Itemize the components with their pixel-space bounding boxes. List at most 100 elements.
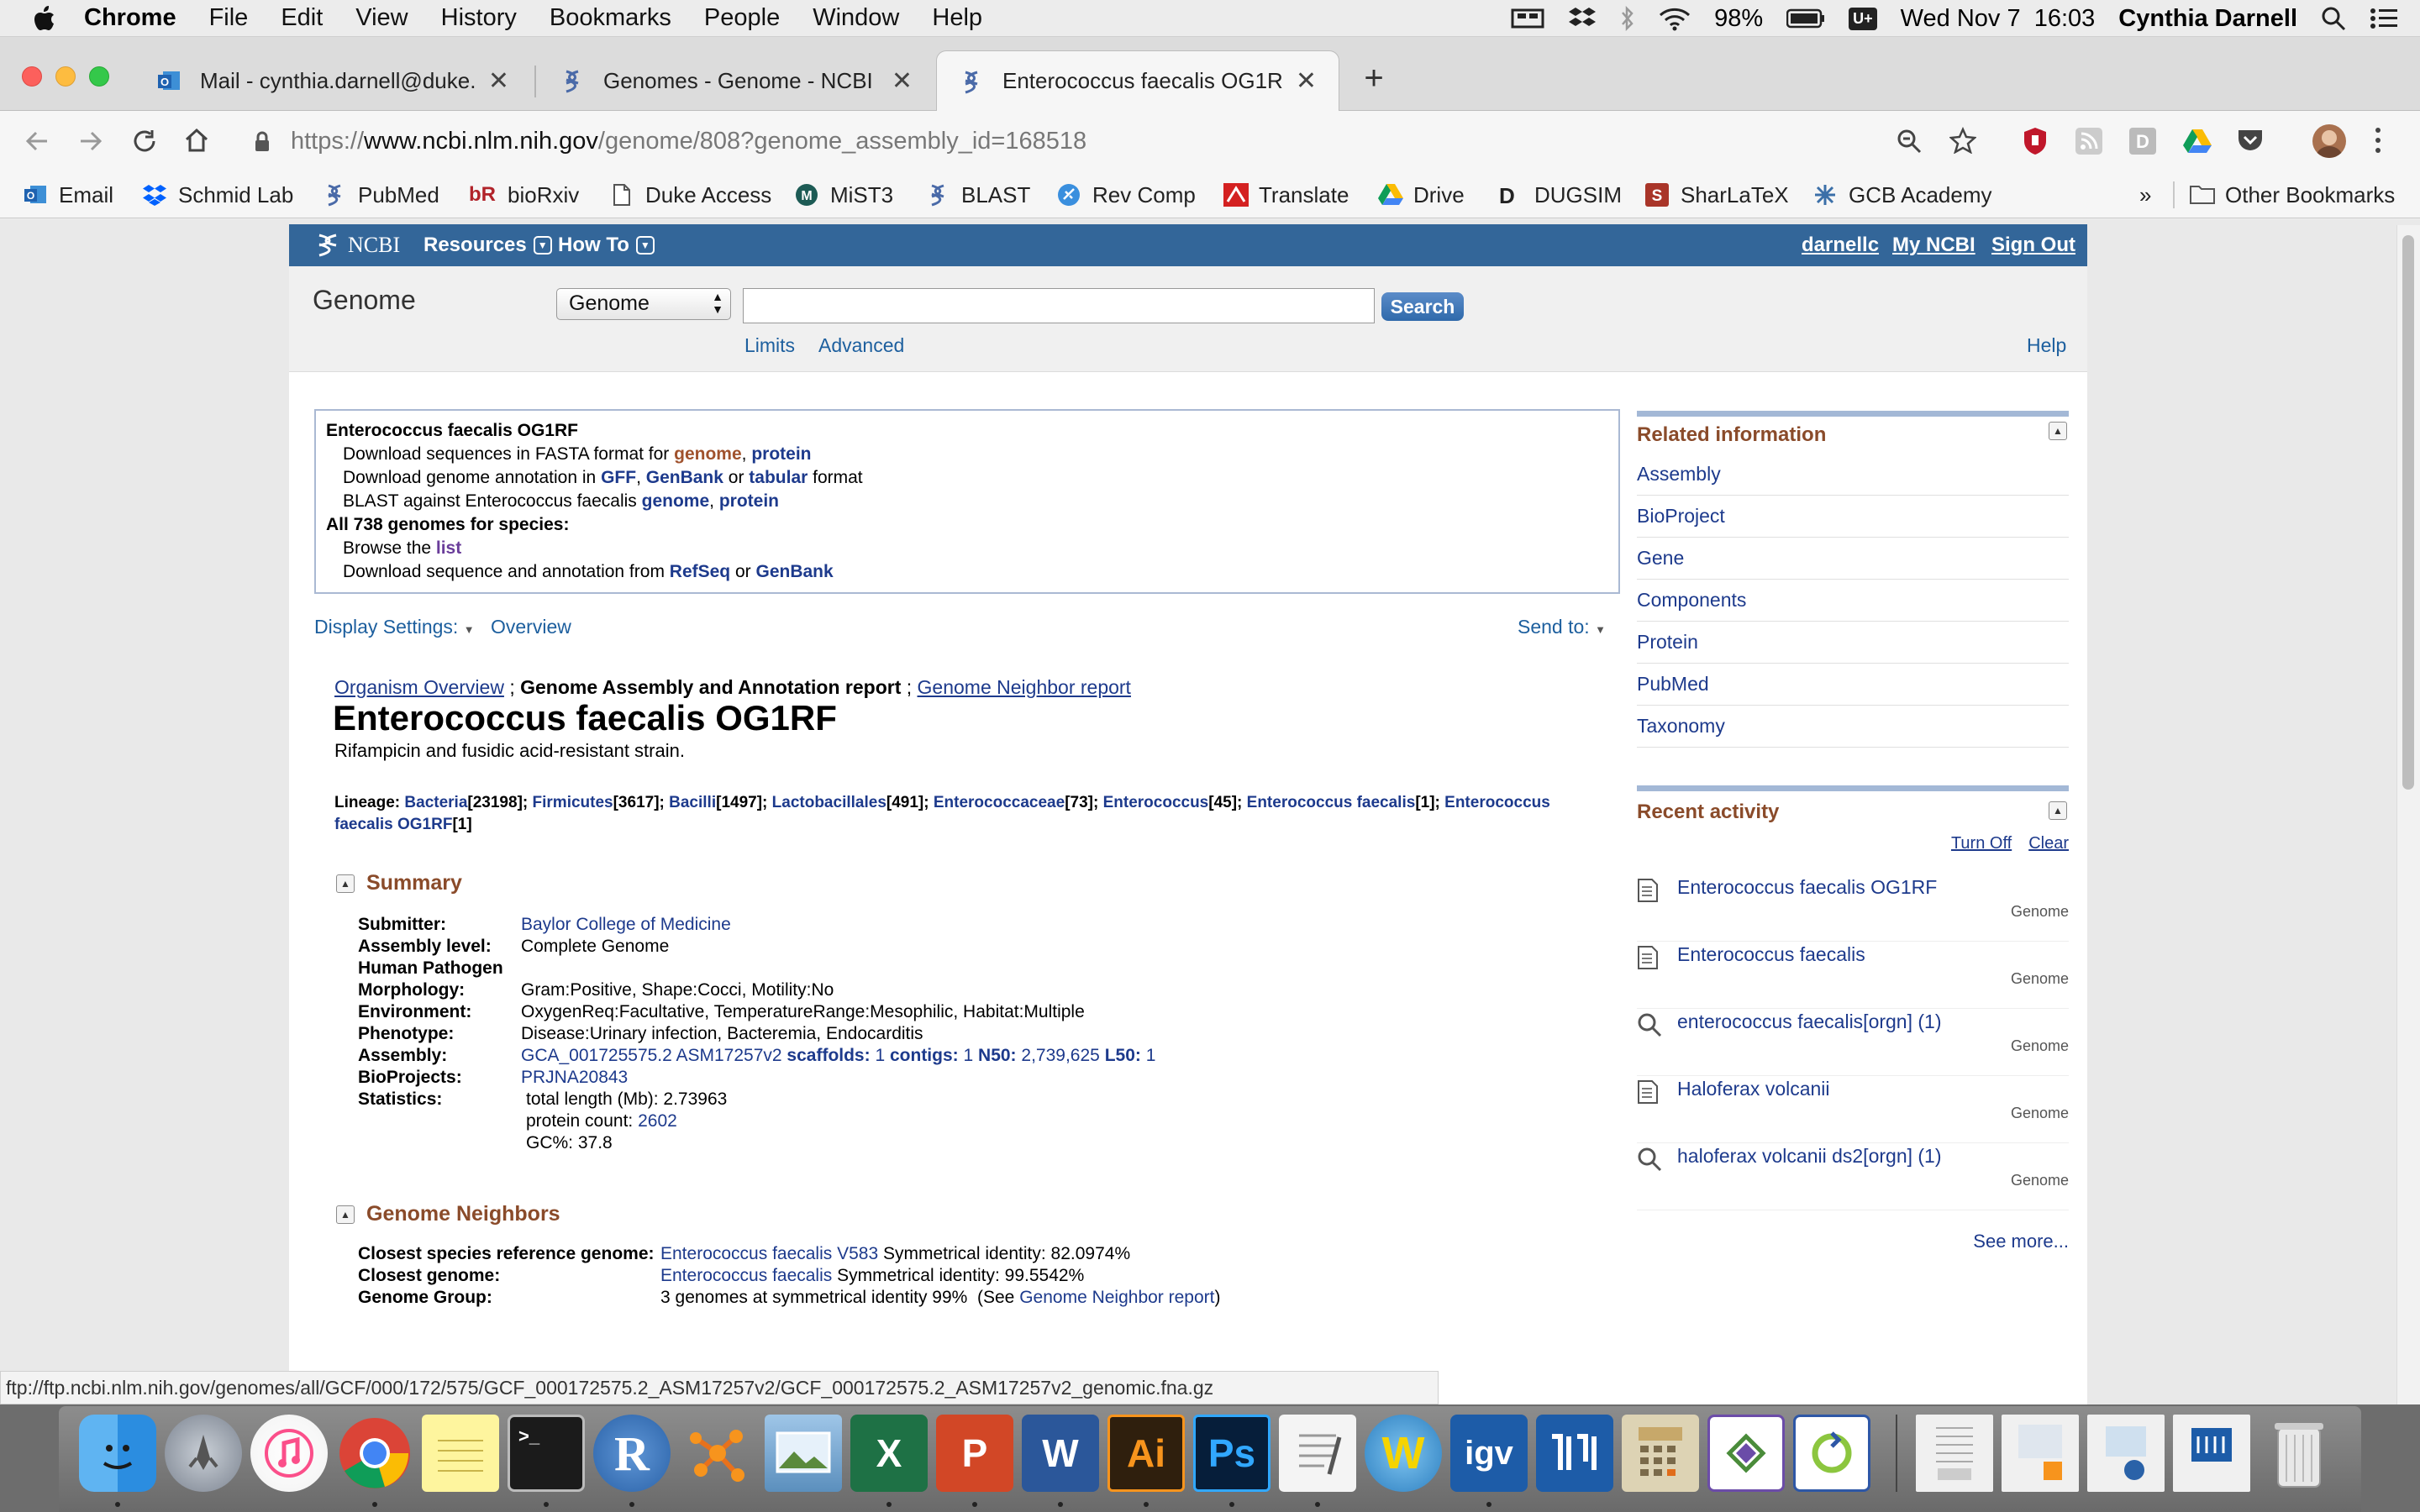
browse-list-link[interactable]: list xyxy=(436,538,461,558)
menu-history[interactable]: History xyxy=(441,4,517,32)
refseq-link[interactable]: RefSeq xyxy=(670,562,730,581)
bookmark-star-icon[interactable] xyxy=(1949,127,1976,154)
blast-protein-link[interactable]: protein xyxy=(719,491,779,511)
notes-icon[interactable] xyxy=(422,1415,499,1492)
related-components-link[interactable]: Components xyxy=(1637,580,2069,622)
address-bar[interactable]: https://www.ncbi.nlm.nih.gov/genome/808?… xyxy=(291,111,1086,171)
recent-item[interactable]: Haloferax volcanii Genome xyxy=(1637,1076,2069,1143)
blast-genome-link[interactable]: genome xyxy=(642,491,710,511)
submitter-link[interactable]: Baylor College of Medicine xyxy=(521,915,731,935)
my-ncbi-link[interactable]: My NCBI xyxy=(1892,224,1975,266)
closest-genome-link[interactable]: Enterococcus faecalis xyxy=(660,1266,832,1285)
reload-icon[interactable] xyxy=(131,128,158,155)
send-to-menu[interactable]: Send to: ▼ xyxy=(1518,616,1606,638)
lineage-enterococcaceae-link[interactable]: Enterococcaceae xyxy=(934,794,1065,811)
genome-neighbor-report-link[interactable]: Genome Neighbor report xyxy=(918,676,1131,698)
input-source-icon[interactable]: U+ xyxy=(1849,7,1877,30)
bluetooth-icon[interactable] xyxy=(1620,6,1635,31)
wunderlist-icon[interactable]: W xyxy=(1365,1415,1442,1492)
bookmark-gcb-academy[interactable]: GCB Academy xyxy=(1813,171,1992,218)
menu-file[interactable]: File xyxy=(209,4,249,32)
powerpoint-icon[interactable]: P xyxy=(936,1415,1013,1492)
sign-out-link[interactable]: Sign Out xyxy=(1991,224,2075,266)
menu-help[interactable]: Help xyxy=(932,4,982,32)
bookmark-mist3[interactable]: M MiST3 xyxy=(795,171,893,218)
recent-item[interactable]: Enterococcus faecalis OG1RF Genome xyxy=(1637,874,2069,942)
app-menu-chrome[interactable]: Chrome xyxy=(84,4,176,32)
sync-app-icon[interactable] xyxy=(1793,1415,1870,1492)
bookmark-schmid-lab[interactable]: Schmid Lab xyxy=(143,171,293,218)
genbank-annotation-link[interactable]: GenBank xyxy=(646,468,723,487)
contigs-link[interactable]: 1 xyxy=(964,1046,974,1065)
collapse-icon[interactable]: ▲ xyxy=(2049,422,2067,440)
turn-off-link[interactable]: Turn Off xyxy=(1951,834,2012,853)
protein-fasta-link[interactable]: protein xyxy=(751,444,811,464)
ublock-extension-icon[interactable] xyxy=(2022,126,2049,156)
spotlight-search-icon[interactable] xyxy=(2321,6,2346,31)
fiji-icon[interactable] xyxy=(1536,1415,1613,1492)
lineage-enterococcus-faecalis-link[interactable]: Enterococcus faecalis xyxy=(1247,794,1416,811)
lineage-enterococcus-link[interactable]: Enterococcus xyxy=(1103,794,1209,811)
trash-icon[interactable] xyxy=(2260,1415,2338,1492)
scaffolds-link[interactable]: 1 xyxy=(875,1046,885,1065)
igv-document-icon[interactable] xyxy=(2173,1415,2250,1492)
dropbox-menubar-icon[interactable] xyxy=(1568,6,1597,31)
summary-header[interactable]: ▲ Summary xyxy=(336,871,462,895)
bookmark-dugsim[interactable]: D DUGSIM xyxy=(1499,171,1622,218)
recent-item[interactable]: haloferax volcanii ds2[orgn] (1) Genome xyxy=(1637,1143,2069,1210)
genome-fasta-link[interactable]: genome xyxy=(674,444,742,464)
bookmark-rev-comp[interactable]: Rev Comp xyxy=(1057,171,1196,218)
lock-icon[interactable] xyxy=(254,131,271,153)
terminal-icon[interactable]: >_ xyxy=(508,1415,585,1492)
see-more-link[interactable]: See more... xyxy=(1973,1231,2069,1252)
window-zoom-button[interactable] xyxy=(89,66,109,87)
menubar-datetime[interactable]: Wed Nov 7 16:03 xyxy=(1901,5,2096,33)
ai-document-icon[interactable] xyxy=(2002,1415,2079,1492)
recent-item[interactable]: Enterococcus faecalis Genome xyxy=(1637,942,2069,1009)
display-icon[interactable] xyxy=(1511,7,1544,30)
preview-icon[interactable] xyxy=(765,1415,842,1492)
bookmarks-overflow-chevron[interactable]: » xyxy=(2139,171,2151,218)
home-icon[interactable] xyxy=(183,127,210,154)
genome-neighbor-report-link-2[interactable]: Genome Neighbor report xyxy=(1019,1288,1214,1307)
d-extension-icon[interactable]: D xyxy=(2129,128,2156,155)
bookmark-pubmed[interactable]: PubMed xyxy=(323,171,439,218)
window-minimize-button[interactable] xyxy=(55,66,76,87)
menu-view[interactable]: View xyxy=(355,4,408,32)
menu-window[interactable]: Window xyxy=(813,4,899,32)
back-arrow-icon[interactable] xyxy=(24,128,50,155)
calculator-icon[interactable] xyxy=(1622,1415,1699,1492)
protein-count-link[interactable]: 2602 xyxy=(638,1111,677,1131)
wifi-icon[interactable] xyxy=(1659,6,1691,31)
textedit-icon[interactable] xyxy=(1279,1415,1356,1492)
closest-reference-link[interactable]: Enterococcus faecalis V583 xyxy=(660,1244,878,1263)
illustrator-icon[interactable]: Ai xyxy=(1107,1415,1185,1492)
related-taxonomy-link[interactable]: Taxonomy xyxy=(1637,706,2069,748)
new-tab-icon[interactable]: + xyxy=(1356,60,1392,97)
close-tab-icon[interactable]: ✕ xyxy=(488,66,509,96)
scrollbar-thumb[interactable] xyxy=(2402,235,2414,790)
battery-icon[interactable] xyxy=(1786,8,1825,29)
tsv-file-icon[interactable] xyxy=(1916,1415,1993,1492)
bookmark-drive[interactable]: Drive xyxy=(1378,171,1465,218)
bookmark-translate[interactable]: Translate xyxy=(1223,171,1349,218)
recent-item[interactable]: enterococcus faecalis[orgn] (1) Genome xyxy=(1637,1009,2069,1076)
howto-menu[interactable]: How To ▼ xyxy=(558,224,655,266)
related-gene-link[interactable]: Gene xyxy=(1637,538,2069,580)
resources-menu[interactable]: Resources ▼ xyxy=(424,224,552,266)
search-input[interactable] xyxy=(743,288,1375,323)
word-icon[interactable]: W xyxy=(1022,1415,1099,1492)
collapse-icon[interactable]: ▲ xyxy=(336,874,355,893)
close-tab-icon[interactable]: ✕ xyxy=(892,66,913,96)
organism-overview-link[interactable]: Organism Overview xyxy=(334,676,504,698)
profile-avatar[interactable] xyxy=(2312,124,2346,158)
username-link[interactable]: darnellc xyxy=(1802,224,1879,266)
display-settings-menu[interactable]: Display Settings: ▼ xyxy=(314,616,475,638)
menu-people[interactable]: People xyxy=(704,4,780,32)
genome-neighbors-header[interactable]: ▲ Genome Neighbors xyxy=(336,1202,560,1226)
bookmark-email[interactable]: O Email xyxy=(24,171,113,218)
rss-extension-icon[interactable] xyxy=(2075,128,2102,155)
advanced-link[interactable]: Advanced xyxy=(818,334,904,357)
limits-link[interactable]: Limits xyxy=(744,334,795,357)
menubar-username[interactable]: Cynthia Darnell xyxy=(2118,5,2297,33)
